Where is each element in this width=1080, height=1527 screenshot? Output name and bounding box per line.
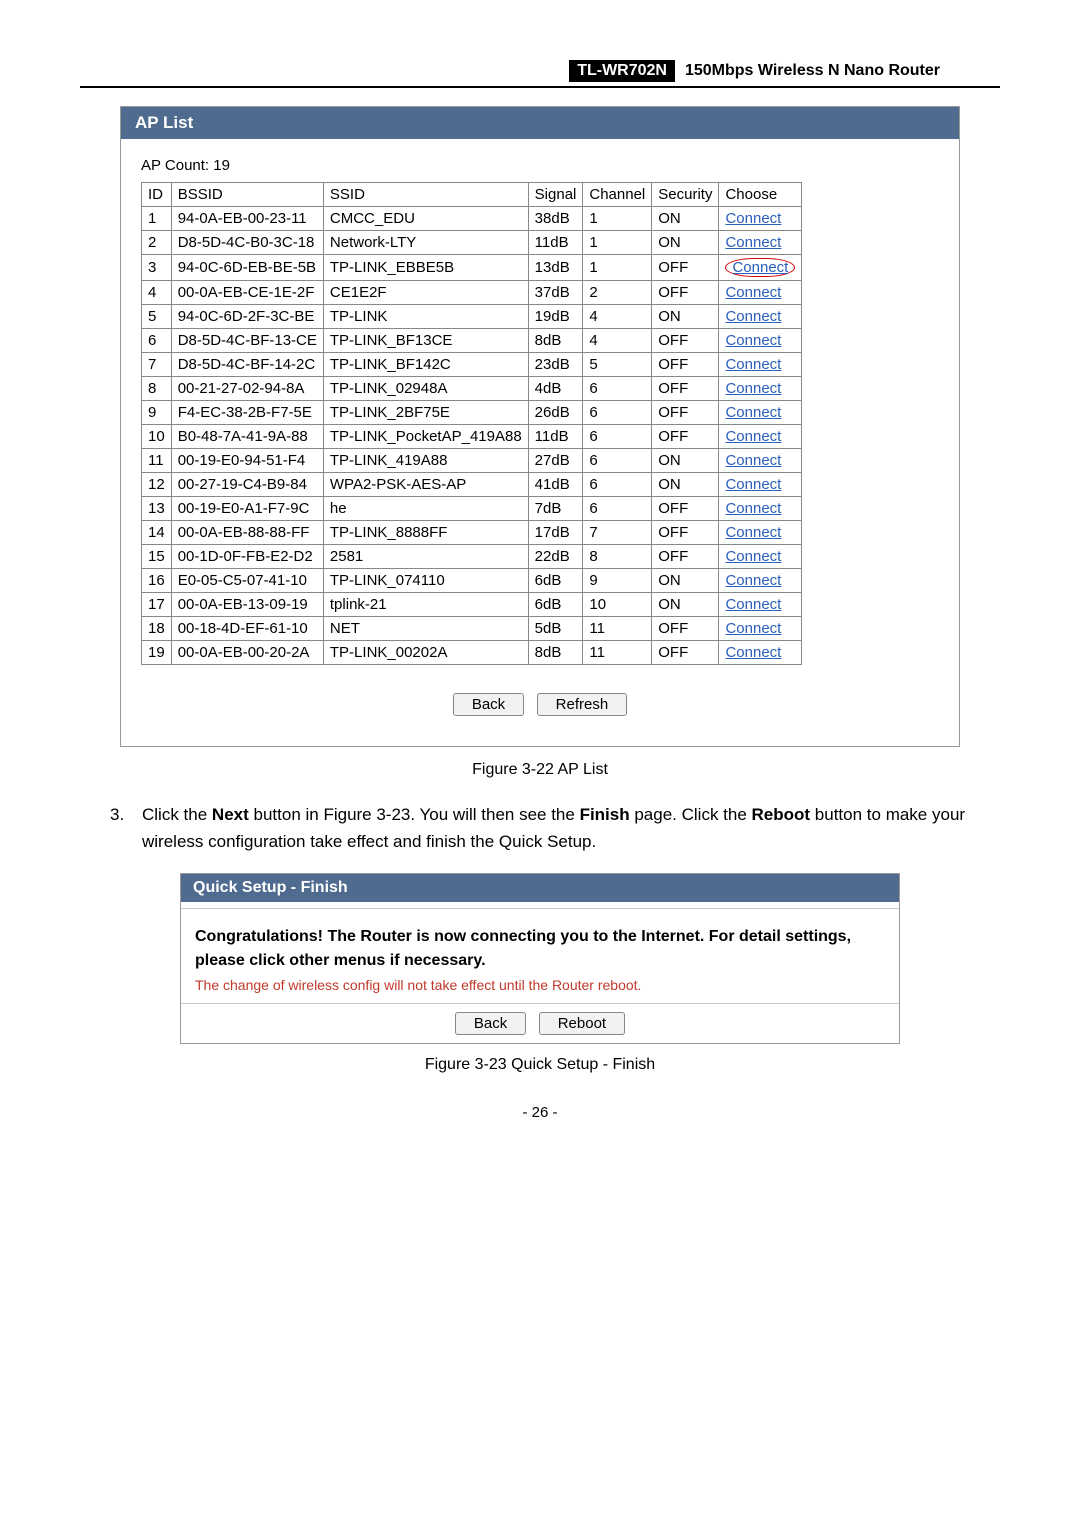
connect-link[interactable]: Connect [725, 644, 781, 661]
table-row: 1300-19-E0-A1-F7-9Che7dB6OFFConnect [142, 497, 802, 521]
connect-link[interactable]: Connect [725, 428, 781, 445]
figure-caption-1: Figure 3-22 AP List [80, 761, 1000, 779]
connect-link[interactable]: Connect [725, 308, 781, 325]
model-label: TL-WR702N [569, 60, 675, 82]
step-number: 3. [110, 801, 142, 855]
quick-setup-finish-panel: Quick Setup - Finish Congratulations! Th… [180, 873, 900, 1044]
finish-back-button[interactable]: Back [455, 1012, 526, 1035]
page-number: - 26 - [80, 1104, 1000, 1121]
table-row: 400-0A-EB-CE-1E-2FCE1E2F37dB2OFFConnect [142, 281, 802, 305]
connect-link[interactable]: Connect [725, 380, 781, 397]
column-header: SSID [323, 183, 528, 207]
column-header: BSSID [171, 183, 323, 207]
table-row: 16E0-05-C5-07-41-10TP-LINK_0741106dB9ONC… [142, 569, 802, 593]
connect-link[interactable]: Connect [725, 548, 781, 565]
ap-count-label: AP Count: 19 [121, 139, 959, 182]
ap-table: IDBSSIDSSIDSignalChannelSecurityChoose 1… [141, 182, 802, 665]
reboot-warning: The change of wireless config will not t… [195, 977, 885, 993]
table-row: 7D8-5D-4C-BF-14-2CTP-LINK_BF142C23dB5OFF… [142, 353, 802, 377]
table-row: 1200-27-19-C4-B9-84WPA2-PSK-AES-AP41dB6O… [142, 473, 802, 497]
reboot-button[interactable]: Reboot [539, 1012, 625, 1035]
table-row: 800-21-27-02-94-8ATP-LINK_02948A4dB6OFFC… [142, 377, 802, 401]
connect-link[interactable]: Connect [725, 234, 781, 251]
figure-caption-2: Figure 3-23 Quick Setup - Finish [80, 1056, 1000, 1074]
table-row: 9F4-EC-38-2B-F7-5ETP-LINK_2BF75E26dB6OFF… [142, 401, 802, 425]
table-row: 1500-1D-0F-FB-E2-D2258122dB8OFFConnect [142, 545, 802, 569]
table-row: 594-0C-6D-2F-3C-BETP-LINK19dB4ONConnect [142, 305, 802, 329]
connect-link[interactable]: Connect [725, 452, 781, 469]
column-header: Signal [528, 183, 583, 207]
column-header: Security [652, 183, 719, 207]
connect-link[interactable]: Connect [725, 210, 781, 227]
table-row: 1700-0A-EB-13-09-19tplink-216dB10ONConne… [142, 593, 802, 617]
table-row: 1400-0A-EB-88-88-FFTP-LINK_8888FF17dB7OF… [142, 521, 802, 545]
product-title: 150Mbps Wireless N Nano Router [685, 62, 940, 80]
connect-link[interactable]: Connect [725, 476, 781, 493]
connect-link[interactable]: Connect [732, 259, 788, 276]
step-3-text: 3. Click the Next button in Figure 3-23.… [110, 801, 970, 855]
connect-link[interactable]: Connect [725, 524, 781, 541]
table-row: 194-0A-EB-00-23-11CMCC_EDU38dB1ONConnect [142, 207, 802, 231]
refresh-button[interactable]: Refresh [537, 693, 628, 716]
ap-list-panel: AP List AP Count: 19 IDBSSIDSSIDSignalCh… [120, 106, 960, 747]
ap-list-title: AP List [121, 107, 959, 139]
table-row: 2D8-5D-4C-B0-3C-18Network-LTY11dB1ONConn… [142, 231, 802, 255]
table-row: 394-0C-6D-EB-BE-5BTP-LINK_EBBE5B13dB1OFF… [142, 255, 802, 281]
table-row: 1900-0A-EB-00-20-2ATP-LINK_00202A8dB11OF… [142, 641, 802, 665]
back-button[interactable]: Back [453, 693, 524, 716]
table-row: 1800-18-4D-EF-61-10NET5dB11OFFConnect [142, 617, 802, 641]
connect-link[interactable]: Connect [725, 284, 781, 301]
column-header: Choose [719, 183, 802, 207]
column-header: Channel [583, 183, 652, 207]
page-header: TL-WR702N 150Mbps Wireless N Nano Router [80, 60, 1000, 88]
column-header: ID [142, 183, 172, 207]
connect-link[interactable]: Connect [725, 404, 781, 421]
connect-link[interactable]: Connect [725, 572, 781, 589]
connect-link[interactable]: Connect [725, 596, 781, 613]
connect-link[interactable]: Connect [725, 620, 781, 637]
finish-title: Quick Setup - Finish [181, 874, 899, 902]
connect-link[interactable]: Connect [725, 500, 781, 517]
table-row: 10B0-48-7A-41-9A-88TP-LINK_PocketAP_419A… [142, 425, 802, 449]
table-row: 1100-19-E0-94-51-F4TP-LINK_419A8827dB6ON… [142, 449, 802, 473]
table-row: 6D8-5D-4C-BF-13-CETP-LINK_BF13CE8dB4OFFC… [142, 329, 802, 353]
connect-link[interactable]: Connect [725, 332, 781, 349]
congrats-text: Congratulations! The Router is now conne… [195, 925, 885, 973]
connect-link[interactable]: Connect [725, 356, 781, 373]
